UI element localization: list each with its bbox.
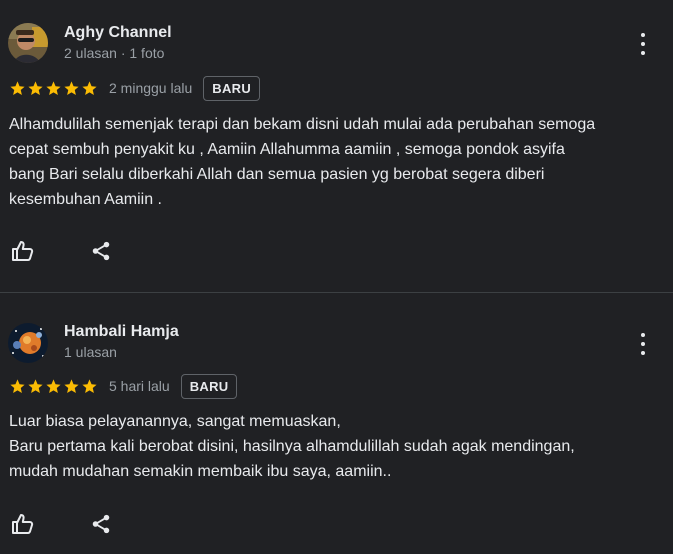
new-badge: BARU <box>180 373 238 399</box>
star-icon <box>28 80 43 95</box>
share-icon <box>92 514 110 534</box>
star-icon <box>10 378 25 393</box>
star-rating <box>9 378 98 395</box>
review-actions <box>10 511 114 537</box>
reviewer-name[interactable]: Aghy Channel <box>64 24 172 42</box>
more-options-button[interactable] <box>633 33 653 55</box>
new-badge: BARU <box>203 75 261 101</box>
reviewer-stats: 1 ulasan <box>64 344 117 360</box>
like-button[interactable] <box>10 238 36 264</box>
star-icon <box>28 378 43 393</box>
rating-row: 2 minggu lalu BARU <box>9 75 261 101</box>
star-icon <box>64 378 79 393</box>
review-text-line: mudah mudahan semakin membaik ibu saya, … <box>9 463 392 480</box>
thumbs-up-icon <box>12 514 34 534</box>
more-options-button[interactable] <box>633 333 653 355</box>
reviewer-name[interactable]: Hambali Hamja <box>64 323 179 341</box>
thumbs-up-icon <box>12 241 34 261</box>
review-actions <box>10 238 114 264</box>
review-text: Luar biasa pelayanannya, sangat memuaska… <box>9 409 659 484</box>
rating-row: 5 hari lalu BARU <box>9 373 238 399</box>
reviewer-avatar[interactable] <box>8 323 48 363</box>
star-icon <box>46 378 61 393</box>
star-icon <box>82 80 97 95</box>
review-text: Alhamdulilah semenjak terapi dan bekam d… <box>9 112 659 212</box>
star-icon <box>10 80 25 95</box>
share-button[interactable] <box>88 511 114 537</box>
review-text-line: Baru pertama kali berobat disini, hasiln… <box>9 438 575 455</box>
review-card: Aghy Channel 2 ulasan · 1 foto 2 minggu … <box>0 0 673 292</box>
review-text-line: bang Bari selalu diberkahi Allah dan sem… <box>9 166 545 183</box>
review-date: 5 hari lalu <box>109 378 170 394</box>
star-rating <box>9 80 98 97</box>
review-date: 2 minggu lalu <box>109 80 193 96</box>
star-icon <box>82 378 97 393</box>
review-text-line: kesembuhan Aamiin . <box>9 191 162 208</box>
star-icon <box>64 80 79 95</box>
share-button[interactable] <box>88 238 114 264</box>
star-icon <box>46 80 61 95</box>
share-icon <box>92 241 110 261</box>
review-text-line: Luar biasa pelayanannya, sangat memuaska… <box>9 413 341 430</box>
like-button[interactable] <box>10 511 36 537</box>
reviewer-stats: 2 ulasan · 1 foto <box>64 45 165 61</box>
review-card: Hambali Hamja 1 ulasan 5 hari lalu BARU … <box>0 293 673 554</box>
review-text-line: cepat sembuh penyakit ku , Aamiin Allahu… <box>9 141 565 158</box>
more-vert-icon <box>641 33 645 37</box>
reviewer-avatar[interactable] <box>8 23 48 63</box>
review-text-line: Alhamdulilah semenjak terapi dan bekam d… <box>9 116 596 133</box>
reviews-list: Aghy Channel 2 ulasan · 1 foto 2 minggu … <box>0 0 673 554</box>
more-vert-icon <box>641 333 645 337</box>
